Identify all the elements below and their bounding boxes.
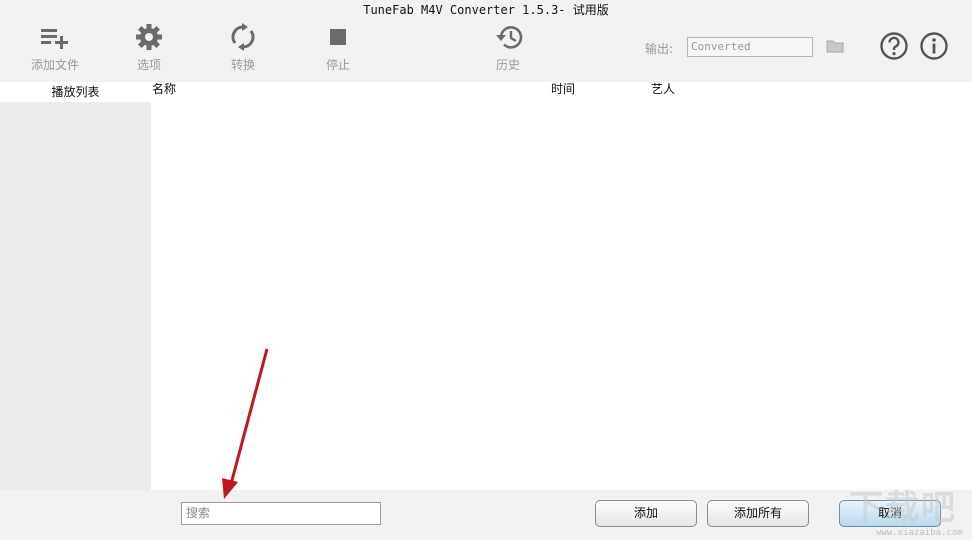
gear-icon [114, 20, 184, 54]
convert-label: 转换 [230, 58, 255, 72]
output-path-input[interactable]: Converted [687, 37, 813, 57]
add-button[interactable]: 添加 [595, 500, 697, 527]
history-button[interactable]: 历史 [473, 20, 543, 80]
column-header-time[interactable]: 时间 [551, 82, 575, 96]
sync-icon [208, 20, 278, 54]
column-header-name[interactable]: 名称 [152, 82, 176, 96]
cancel-button[interactable]: 取消 [839, 500, 941, 527]
window-title: TuneFab M4V Converter 1.5.3- 试用版 [363, 3, 609, 17]
history-label: 历史 [495, 58, 520, 72]
bottom-bar: 搜索 添加 添加所有 取消 [0, 490, 972, 540]
playlist-add-icon [20, 20, 90, 54]
output-label: 输出: [645, 42, 674, 56]
add-all-button[interactable]: 添加所有 [707, 500, 809, 527]
toolbar: 添加文件 选项 转换 停止 历史 输出: Converted [0, 20, 972, 82]
stop-icon [303, 20, 373, 54]
search-input[interactable]: 搜索 [181, 502, 381, 525]
info-icon[interactable] [919, 31, 949, 61]
help-icon[interactable] [879, 31, 909, 61]
media-table[interactable]: 名称 时间 艺人 [151, 82, 972, 490]
column-header-artist[interactable]: 艺人 [651, 82, 675, 96]
playlist-header[interactable]: 播放列表 [0, 82, 151, 102]
playlist-sidebar[interactable]: 播放列表 [0, 82, 151, 490]
stop-button[interactable]: 停止 [303, 20, 373, 80]
add-files-button[interactable]: 添加文件 [20, 20, 90, 80]
options-label: 选项 [136, 58, 161, 72]
folder-icon[interactable] [826, 38, 844, 54]
add-files-label: 添加文件 [30, 58, 79, 72]
convert-button[interactable]: 转换 [208, 20, 278, 80]
stop-label: 停止 [325, 58, 350, 72]
options-button[interactable]: 选项 [114, 20, 184, 80]
history-icon [473, 20, 543, 54]
